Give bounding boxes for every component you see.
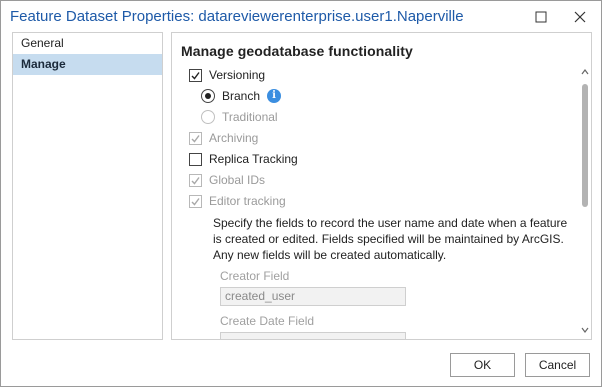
versioning-label: Versioning	[209, 68, 266, 82]
info-icon[interactable]: i	[267, 89, 282, 103]
editor-tracking-label: Editor tracking	[209, 194, 286, 208]
creator-field-input: created_user	[220, 287, 406, 306]
minimize-icon	[535, 11, 547, 23]
create-date-field-label: Create Date Field	[220, 314, 315, 328]
traditional-label: Traditional	[222, 110, 278, 124]
create-date-field-input	[220, 332, 406, 339]
minimize-button[interactable]	[533, 9, 549, 25]
branch-radio[interactable]	[201, 89, 215, 103]
sidebar-item-label: Manage	[21, 57, 66, 71]
window-title: Feature Dataset Properties: datareviewer…	[10, 8, 464, 25]
checkmark-icon	[191, 176, 200, 185]
archiving-checkbox	[189, 131, 202, 145]
checkmark-icon	[191, 197, 200, 206]
sidebar-nav: General Manage	[12, 32, 163, 340]
scrollbar-thumb[interactable]	[582, 84, 588, 207]
archiving-label: Archiving	[209, 131, 259, 145]
sidebar-item-manage[interactable]: Manage	[13, 54, 162, 75]
global-ids-checkbox	[189, 173, 202, 187]
ok-button[interactable]: OK	[450, 353, 515, 377]
vertical-scrollbar[interactable]	[580, 67, 590, 335]
creator-field-label: Creator Field	[220, 269, 290, 283]
branch-label: Branch	[222, 89, 261, 103]
versioning-checkbox-row[interactable]: Versioning	[189, 66, 265, 84]
scroll-down-icon[interactable]	[580, 325, 590, 335]
archiving-checkbox-row: Archiving	[189, 129, 258, 147]
editor-tracking-description: Specify the fields to record the user na…	[213, 216, 568, 262]
title-bar: Feature Dataset Properties: datareviewer…	[1, 1, 601, 33]
checkmark-icon	[191, 134, 200, 143]
close-button[interactable]	[572, 9, 588, 25]
branch-radio-row[interactable]: Branch i	[201, 87, 282, 105]
traditional-radio	[201, 110, 215, 124]
versioning-checkbox[interactable]	[189, 68, 202, 82]
traditional-radio-row: Traditional	[201, 108, 278, 126]
replica-tracking-checkbox[interactable]	[189, 152, 202, 166]
scroll-up-icon[interactable]	[580, 67, 590, 77]
replica-tracking-label: Replica Tracking	[209, 152, 298, 166]
editor-tracking-checkbox	[189, 194, 202, 208]
global-ids-checkbox-row: Global IDs	[189, 171, 265, 189]
close-icon	[574, 11, 586, 23]
global-ids-label: Global IDs	[209, 173, 266, 187]
checkmark-icon	[191, 71, 200, 80]
feature-dataset-properties-dialog: Feature Dataset Properties: datareviewer…	[0, 0, 602, 387]
sidebar-item-label: General	[21, 36, 64, 50]
editor-tracking-checkbox-row: Editor tracking	[189, 192, 286, 210]
replica-tracking-checkbox-row[interactable]: Replica Tracking	[189, 150, 298, 168]
cancel-button[interactable]: Cancel	[525, 353, 590, 377]
sidebar-item-general[interactable]: General	[13, 33, 162, 54]
manage-panel: Manage geodatabase functionality Version…	[171, 32, 592, 340]
section-title: Manage geodatabase functionality	[181, 43, 413, 59]
